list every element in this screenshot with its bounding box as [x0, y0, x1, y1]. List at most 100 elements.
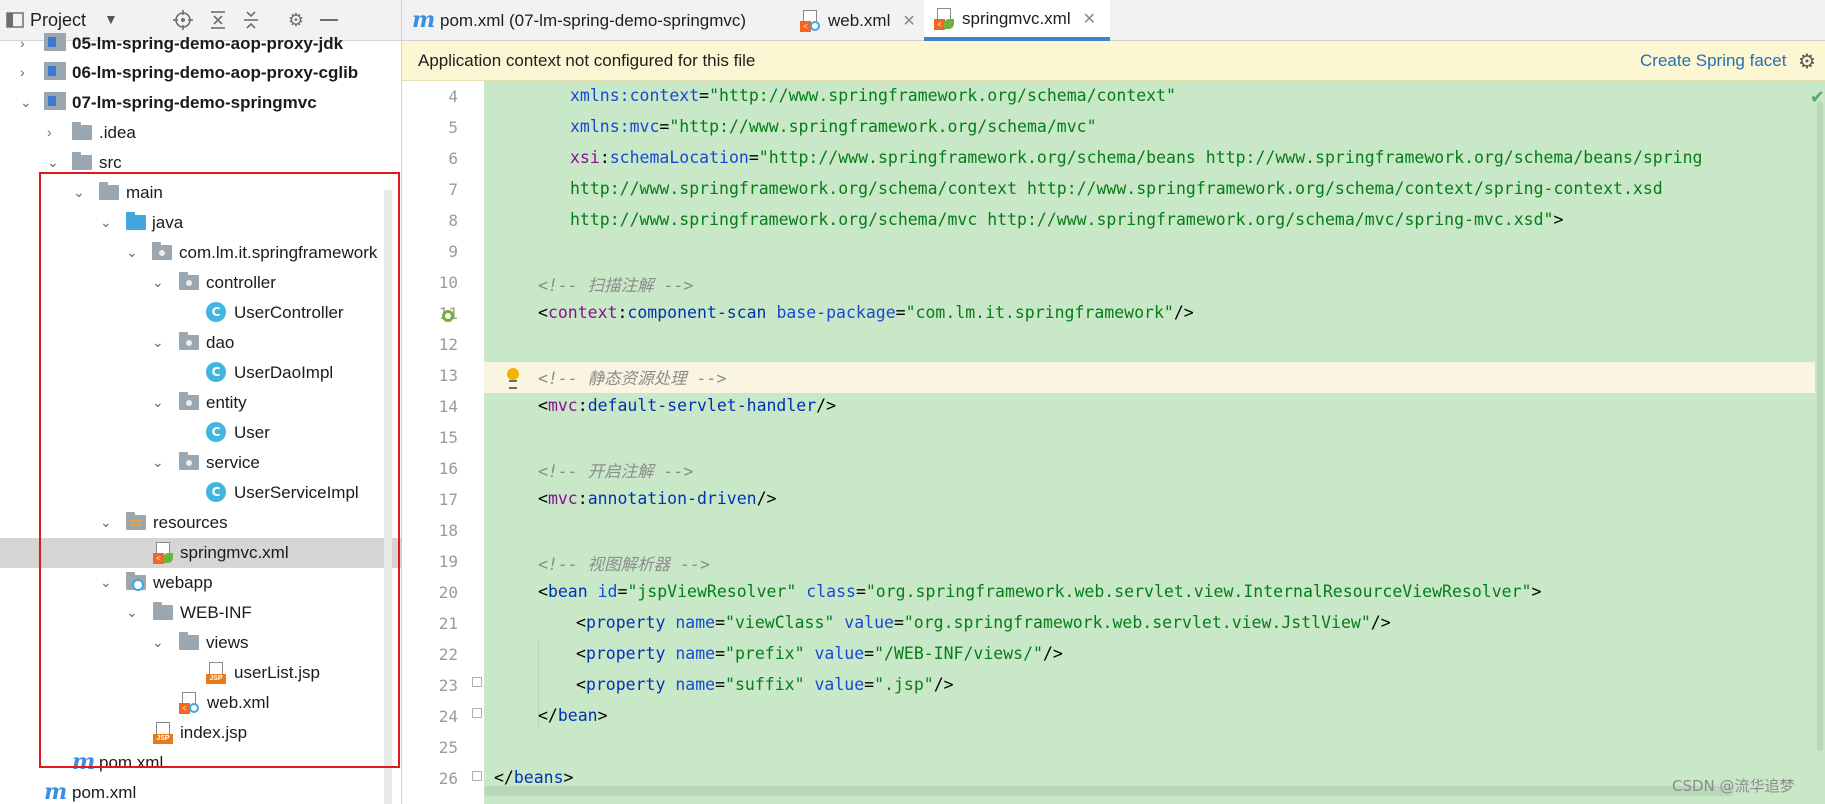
tab-label: web.xml	[828, 10, 891, 30]
tree-item-dao[interactable]: ⌄ dao	[0, 328, 401, 358]
locate-file-icon[interactable]	[172, 9, 194, 31]
tree-item-web-inf[interactable]: ⌄ WEB-INF	[0, 598, 401, 628]
tree-item-controller[interactable]: ⌄ controller	[0, 268, 401, 298]
no-problems-check-icon[interactable]: ✔	[1810, 87, 1825, 108]
tab-label: pom.xml (07-lm-spring-demo-springmvc)	[440, 10, 747, 30]
collapse-arrow-icon[interactable]: ⌄	[47, 154, 61, 170]
collapse-arrow-icon[interactable]: ⌄	[126, 244, 140, 260]
project-tree: › 05-lm-spring-demo-aop-proxy-jdk › 06-l…	[0, 33, 401, 804]
code-line: <property name="suffix" value=".jsp"/>	[576, 675, 954, 694]
code-line: http://www.springframework.org/schema/mv…	[570, 210, 1564, 229]
tree-item-web-xml[interactable]: < web.xml	[0, 688, 401, 718]
hide-panel-icon[interactable]	[318, 9, 340, 31]
collapse-arrow-icon[interactable]: ⌄	[152, 394, 166, 410]
line-number: 16	[438, 459, 458, 478]
tree-item-springmvc-xml[interactable]: < springmvc.xml	[0, 538, 401, 568]
view-mode-dropdown-icon[interactable]: ▼	[104, 11, 118, 27]
collapse-all-icon[interactable]	[240, 9, 262, 31]
tree-item-usercontroller[interactable]: C UserController	[0, 298, 401, 328]
close-icon[interactable]: ✕	[902, 11, 915, 31]
expand-all-icon[interactable]	[207, 9, 229, 31]
tree-item-package[interactable]: ⌄ com.lm.it.springframework	[0, 238, 401, 268]
collapse-arrow-icon[interactable]: ⌄	[100, 574, 114, 590]
code-line: <property name="prefix" value="/WEB-INF/…	[576, 644, 1063, 663]
code-line: <mvc:annotation-driven/>	[538, 489, 777, 508]
code-comment: <!-- 静态资源处理 -->	[538, 369, 727, 388]
line-number: 26	[438, 769, 458, 788]
tree-item-src[interactable]: ⌄ src	[0, 148, 401, 178]
maven-icon: m	[44, 779, 68, 804]
tab-pom-xml[interactable]: m pom.xml (07-lm-spring-demo-springmvc)	[402, 0, 790, 41]
tree-item-entity[interactable]: ⌄ entity	[0, 388, 401, 418]
tree-item-userdaoimpl[interactable]: C UserDaoImpl	[0, 358, 401, 388]
tab-label: springmvc.xml	[962, 8, 1071, 28]
line-number: 10	[438, 273, 458, 292]
collapse-arrow-icon[interactable]: ⌄	[152, 454, 166, 470]
tree-scrollbar[interactable]	[384, 190, 392, 804]
code-line: xsi:schemaLocation="http://www.springfra…	[570, 148, 1703, 167]
tree-item-pom-xml-root[interactable]: m pom.xml	[0, 778, 401, 804]
module-icon	[44, 33, 66, 53]
code-line: xmlns:context="http://www.springframewor…	[570, 86, 1176, 105]
fold-marker-icon[interactable]	[472, 771, 482, 781]
collapse-arrow-icon[interactable]: ⌄	[100, 214, 114, 230]
close-icon[interactable]: ✕	[1083, 9, 1096, 29]
tree-item-service[interactable]: ⌄ service	[0, 448, 401, 478]
tree-item-module-07[interactable]: ⌄ 07-lm-spring-demo-springmvc	[0, 88, 401, 118]
project-view-icon	[4, 9, 26, 31]
tree-item-pom-xml-module[interactable]: m pom.xml	[0, 748, 401, 778]
tree-item-main[interactable]: ⌄ main	[0, 178, 401, 208]
collapse-arrow-icon[interactable]: ⌄	[152, 274, 166, 290]
line-number: 18	[438, 521, 458, 540]
jsp-file-icon: JSP	[153, 722, 175, 744]
gear-icon[interactable]: ⚙	[1798, 49, 1816, 74]
collapse-arrow-icon[interactable]: ⌄	[152, 634, 166, 650]
folder-icon	[99, 182, 121, 202]
collapse-arrow-icon[interactable]: ⌄	[126, 604, 140, 620]
line-number-gutter: 4 5 6 7 8 9 10 11 12 13 14 15 16 17 18 1…	[402, 81, 484, 804]
banner-message: Application context not configured for t…	[418, 51, 756, 70]
tree-item-userserviceimpl[interactable]: C UserServiceImpl	[0, 478, 401, 508]
expand-arrow-icon[interactable]: ›	[20, 64, 34, 80]
line-number: 23	[438, 676, 458, 695]
folder-icon	[72, 122, 94, 142]
class-icon: C	[206, 422, 228, 442]
fold-marker-icon[interactable]	[472, 708, 482, 718]
fold-marker-icon[interactable]	[472, 677, 482, 687]
code-comment: <!-- 视图解析器 -->	[538, 555, 710, 574]
collapse-arrow-icon[interactable]: ⌄	[100, 514, 114, 530]
spring-xml-icon: <	[153, 542, 175, 564]
class-icon: C	[206, 302, 228, 322]
tree-item-module-06[interactable]: › 06-lm-spring-demo-aop-proxy-cglib	[0, 58, 401, 88]
tree-item-idea[interactable]: › .idea	[0, 118, 401, 148]
line-number: 13	[438, 366, 458, 385]
create-spring-facet-link[interactable]: Create Spring facet	[1640, 51, 1786, 71]
code-line: http://www.springframework.org/schema/co…	[570, 179, 1663, 198]
collapse-arrow-icon[interactable]: ⌄	[73, 184, 87, 200]
tree-item-index-jsp[interactable]: JSP index.jsp	[0, 718, 401, 748]
intention-bulb-icon[interactable]	[506, 368, 520, 389]
code-line: xmlns:mvc="http://www.springframework.or…	[570, 117, 1097, 136]
project-title[interactable]: Project	[30, 10, 86, 31]
editor-area: m pom.xml (07-lm-spring-demo-springmvc) …	[402, 0, 1825, 804]
tree-item-views[interactable]: ⌄ views	[0, 628, 401, 658]
code-editor[interactable]: xmlns:context="http://www.springframewor…	[484, 81, 1825, 804]
tree-item-user[interactable]: C User	[0, 418, 401, 448]
expand-arrow-icon[interactable]: ›	[47, 124, 61, 140]
tree-item-module-05[interactable]: › 05-lm-spring-demo-aop-proxy-jdk	[0, 29, 401, 59]
settings-gear-icon[interactable]: ⚙	[285, 9, 307, 31]
line-number: 5	[448, 118, 458, 137]
tab-web-xml[interactable]: < web.xml ✕	[790, 0, 922, 41]
tab-springmvc-xml[interactable]: < springmvc.xml ✕	[924, 0, 1110, 41]
code-line: <property name="viewClass" value="org.sp…	[576, 613, 1391, 632]
collapse-arrow-icon[interactable]: ⌄	[152, 334, 166, 350]
tree-item-webapp[interactable]: ⌄ webapp	[0, 568, 401, 598]
editor-horizontal-scrollbar[interactable]	[484, 786, 1734, 796]
collapse-arrow-icon[interactable]: ⌄	[20, 94, 34, 110]
tree-item-userlist-jsp[interactable]: JSP userList.jsp	[0, 658, 401, 688]
expand-arrow-icon[interactable]: ›	[20, 35, 34, 51]
editor-vertical-scrollbar[interactable]	[1815, 81, 1825, 804]
spring-bean-gutter-icon[interactable]	[440, 308, 456, 324]
tree-item-java[interactable]: ⌄ java	[0, 208, 401, 238]
tree-item-resources[interactable]: ⌄ resources	[0, 508, 401, 538]
